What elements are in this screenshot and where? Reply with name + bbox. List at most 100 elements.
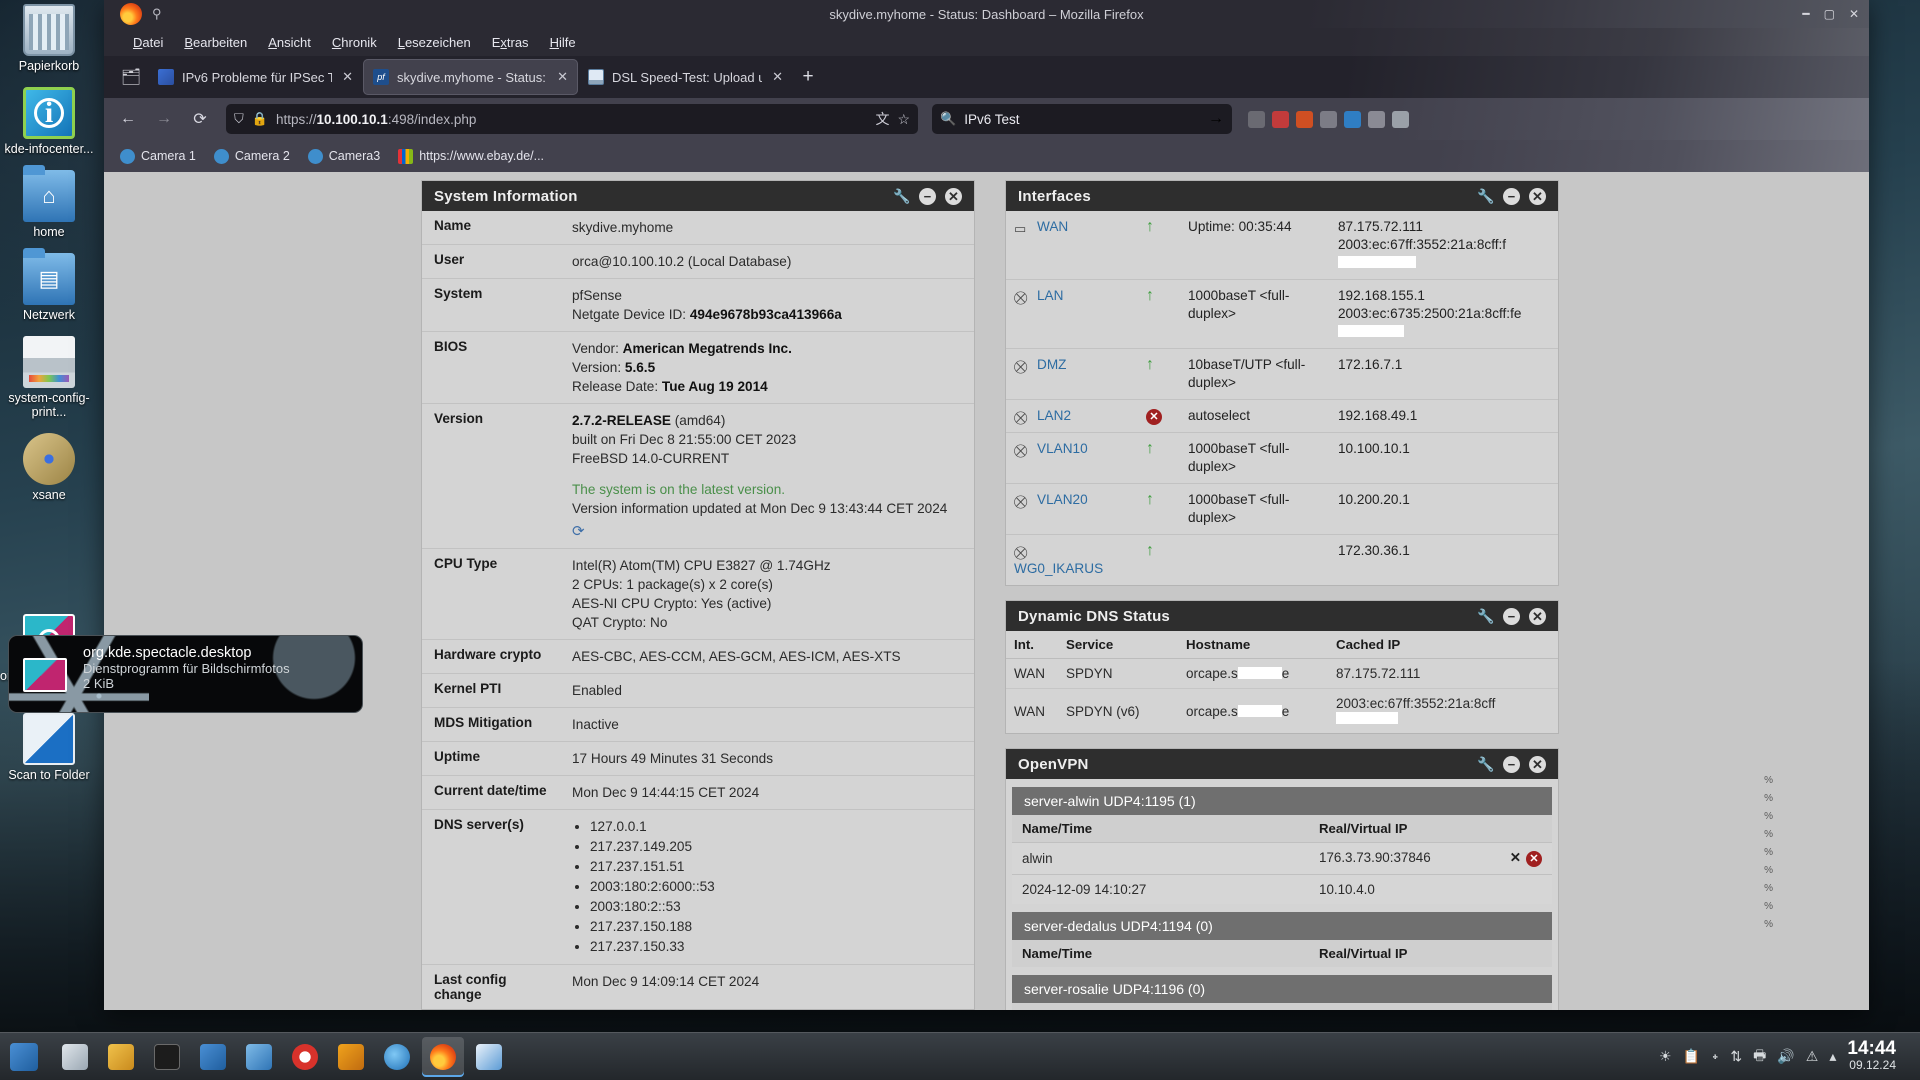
row-value: skydive.myhome	[572, 220, 674, 235]
desktop-icon-papierkorb[interactable]: Papierkorb	[0, 4, 98, 73]
interface-link[interactable]: WAN	[1037, 219, 1068, 234]
taskbar-item-document[interactable]	[468, 1037, 510, 1077]
taskbar-item-briefcase[interactable]	[100, 1037, 142, 1077]
menu-extras[interactable]: Extras	[483, 33, 538, 52]
row-key: Hardware crypto	[422, 639, 560, 674]
brightness-icon[interactable]: ☀	[1659, 1048, 1672, 1065]
wrench-icon[interactable]: 🔧	[1477, 608, 1494, 625]
minimize-icon[interactable]: −	[919, 187, 936, 205]
desktop-icon-scan-to-folder[interactable]: Scan to Folder	[0, 713, 98, 782]
vpn-client-name: alwin	[1012, 842, 1309, 875]
kill-session-icon[interactable]: ✕	[1510, 850, 1521, 865]
abp-icon[interactable]	[1296, 110, 1313, 128]
interface-link[interactable]: VLAN10	[1037, 441, 1088, 456]
search-bar[interactable]: 🔍 IPv6 Test →	[932, 104, 1232, 134]
wrench-icon[interactable]: 🔧	[1477, 756, 1494, 773]
new-tab-button[interactable]: +	[793, 62, 823, 92]
interface-link[interactable]: DMZ	[1037, 357, 1066, 372]
taskbar-item-firefox[interactable]	[422, 1036, 464, 1077]
disconnect-icon[interactable]: ✕	[1526, 851, 1542, 867]
start-menu-button[interactable]	[0, 1033, 48, 1080]
close-icon[interactable]: ✕	[557, 69, 568, 85]
clipboard-icon[interactable]: 📋	[1683, 1048, 1700, 1065]
wrench-icon[interactable]: 🔧	[1477, 188, 1494, 205]
menu-bearbeiten[interactable]: Bearbeiten	[175, 33, 256, 52]
shield-icon[interactable]: ⛉	[234, 111, 244, 127]
back-button[interactable]: ←	[112, 104, 144, 134]
taskbar-item-file-manager[interactable]	[54, 1037, 96, 1077]
bookmark-ebay[interactable]: https://www.ebay.de/...	[398, 148, 544, 164]
table-row: WAN SPDYN orcape.s e 87.175.72.111	[1006, 658, 1558, 689]
close-icon[interactable]: ✕	[1529, 755, 1546, 773]
bookmark-camera-2[interactable]: Camera 2	[213, 148, 290, 164]
refresh-icon[interactable]: ⟳	[572, 522, 585, 541]
close-icon[interactable]: ✕	[772, 69, 783, 85]
address-bar[interactable]: ⛉ 🔒 https://10.100.10.1:498/index.php 文 …	[226, 104, 918, 134]
forward-button[interactable]: →	[148, 104, 180, 134]
list-all-tabs-button[interactable]: 🗂	[114, 60, 148, 94]
taskbar-item-kdenlive[interactable]	[330, 1037, 372, 1077]
interface-link[interactable]: LAN	[1037, 288, 1063, 303]
lock-icon[interactable]: 🔒	[252, 111, 268, 127]
menu-datei[interactable]: Datei	[124, 33, 172, 52]
bluetooth-icon[interactable]: ᛭	[1711, 1049, 1719, 1065]
close-button[interactable]: ✕	[1849, 7, 1859, 21]
extension-icon-2[interactable]	[1272, 110, 1289, 128]
pin-icon[interactable]: ⚲	[152, 6, 162, 22]
desktop-icon-tooltip: org.kde.spectacle.desktop Dienstprogramm…	[8, 635, 363, 713]
taskbar-item-thunderbird[interactable]	[376, 1037, 418, 1077]
desktop-icon-netzwerk[interactable]: ▤ Netzwerk	[0, 248, 98, 322]
desktop-icon-home[interactable]: ⌂ home	[0, 165, 98, 239]
tray-chevron-icon[interactable]: ▴	[1829, 1048, 1836, 1065]
translate-icon[interactable]: 文	[875, 109, 889, 129]
reload-button[interactable]: ⟳	[184, 104, 216, 134]
network-icon[interactable]: ⇅	[1730, 1048, 1742, 1065]
desktop-icon-xsane[interactable]: xsane	[0, 433, 98, 502]
volume-icon[interactable]: 🔊	[1777, 1048, 1794, 1065]
desktop-icon-system-config-printer[interactable]: system-config-print...	[0, 336, 98, 419]
desktop-icon-label: Scan to Folder	[8, 768, 90, 782]
search-go-icon[interactable]: →	[1208, 110, 1224, 128]
bookmark-camera-1[interactable]: Camera 1	[120, 148, 196, 164]
row-key: BIOS	[422, 331, 560, 404]
close-icon[interactable]: ✕	[342, 69, 353, 85]
menu-hilfe[interactable]: Hilfe	[541, 33, 585, 52]
extension-icon-1[interactable]	[1248, 110, 1265, 128]
wrench-icon[interactable]: 🔧	[893, 188, 910, 205]
interface-link[interactable]: LAN2	[1037, 408, 1071, 423]
close-icon[interactable]: ✕	[1529, 187, 1546, 205]
minimize-icon[interactable]: −	[1503, 187, 1520, 205]
interface-link[interactable]: VLAN20	[1037, 492, 1088, 507]
version-updated-at: Version information updated at Mon Dec 9…	[572, 501, 948, 516]
close-icon[interactable]: ✕	[945, 187, 962, 205]
account-icon[interactable]	[1368, 110, 1385, 128]
tooltip-size: 2 KiB	[83, 676, 115, 691]
taskbar-item-folder[interactable]	[238, 1037, 280, 1077]
taskbar-item-opera[interactable]	[284, 1037, 326, 1077]
taskbar-clock[interactable]: 14:44 09.12.24	[1847, 1039, 1910, 1073]
menu-lesezeichen[interactable]: Lesezeichen	[389, 33, 480, 52]
desktop-icon-kde-infocenter[interactable]: kde-infocenter...	[0, 87, 98, 156]
scan-to-folder-icon	[23, 713, 75, 765]
menu-chronik[interactable]: Chronik	[323, 33, 386, 52]
bookmark-star-icon[interactable]: ☆	[897, 111, 910, 128]
tab-skydive-dashboard[interactable]: pf skydive.myhome - Status: D ✕	[363, 59, 578, 95]
warning-icon[interactable]: ⚠	[1806, 1048, 1819, 1065]
minimize-icon[interactable]: −	[1503, 755, 1520, 773]
printer-icon[interactable]: 🖶	[1753, 1045, 1766, 1069]
extension-icon-5[interactable]	[1344, 110, 1361, 128]
interface-link[interactable]: WG0_IKARUS	[1014, 561, 1103, 576]
minimize-button[interactable]: ━	[1802, 7, 1809, 21]
bookmark-camera-3[interactable]: Camera3	[307, 148, 380, 164]
tab-dsl-speedtest[interactable]: DSL Speed-Test: Upload un ✕	[578, 59, 793, 95]
close-icon[interactable]: ✕	[1529, 607, 1546, 625]
app-menu-icon[interactable]	[1392, 110, 1409, 128]
taskbar-item-terminal[interactable]	[146, 1037, 188, 1077]
extension-icon-4[interactable]	[1320, 110, 1337, 128]
tab-ipv6-probleme[interactable]: IPv6 Probleme für IPSec Tu ✕	[148, 59, 363, 95]
maximize-button[interactable]: ▢	[1824, 7, 1835, 21]
taskbar-item-editor[interactable]	[192, 1037, 234, 1077]
menu-ansicht[interactable]: Ansicht	[259, 33, 320, 52]
minimize-icon[interactable]: −	[1503, 607, 1520, 625]
search-input-value[interactable]: IPv6 Test	[964, 112, 1200, 127]
